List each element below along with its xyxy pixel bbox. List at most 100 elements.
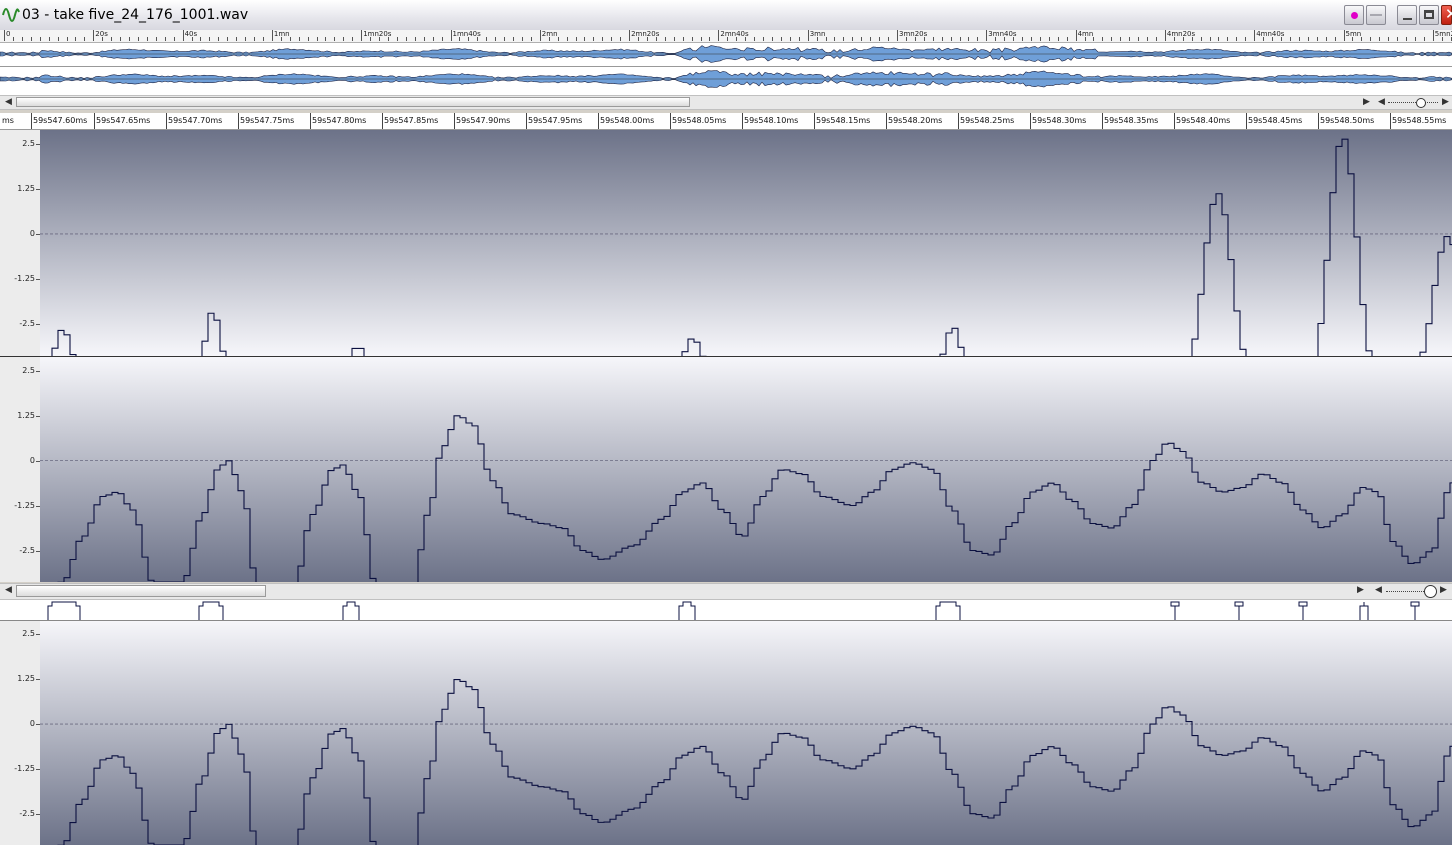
overview-waveform-right[interactable] [0,69,1452,89]
zoom-knob[interactable] [1416,98,1426,108]
channel-1-view[interactable]: 2.5 1.25 0 -1.25 -2.5 [0,130,1452,356]
time-ruler-tick [742,113,743,129]
main-scroll-thumb[interactable] [16,585,266,597]
amplitude-label: 2.5 [22,629,35,639]
main-scrollbar[interactable]: ◀ ▶ ◀ ▶ [0,583,1452,600]
toolbar-toggle-button[interactable] [1366,5,1386,25]
lower-view-top-strip[interactable] [0,600,1452,621]
overview-ruler-minor-tick [1039,37,1041,41]
main-zoom-out-arrow-icon[interactable]: ◀ [1375,584,1382,597]
time-ruler-label: 59s547.65ms [96,116,151,125]
overview-ruler-minor-tick [1022,37,1024,41]
overview-ruler-minor-tick [1361,37,1363,41]
minimize-button[interactable] [1397,5,1417,25]
record-indicator-button[interactable] [1344,5,1364,25]
overview-ruler-minor-tick [84,37,86,41]
time-ruler-tick [310,113,311,129]
overview-ruler-minor-tick [1227,37,1229,41]
strip-waveform-segment [47,601,81,620]
overview-ruler-minor-tick [1379,37,1381,41]
strip-waveform-segment [342,601,360,620]
overview-ruler-minor-tick [879,37,881,41]
scroll-right-arrow-icon[interactable]: ▶ [1363,96,1370,109]
strip-waveform-segment [1359,602,1369,620]
overview-ruler-tick [182,30,184,41]
time-ruler-tick [94,113,95,129]
overview-ruler-minor-tick [21,37,23,41]
overview-ruler-minor-tick [468,37,470,41]
main-scroll-left-arrow-icon[interactable]: ◀ [5,584,12,597]
overview-ruler-minor-tick [218,37,220,41]
time-ruler-label: 59s548.25ms [960,116,1015,125]
overview-ruler-minor-tick [950,37,952,41]
overview-ruler-minor-tick [1129,37,1131,41]
zoom-out-arrow-icon[interactable]: ◀ [1378,96,1385,109]
overview-time-ruler: 0 20s 40s 1mn 1mn20s 1mn40s 2mn 2mn20s 2mn40s 3mn… [0,30,1452,43]
overview-ruler-minor-tick [405,37,407,41]
time-ruler-tick [1102,113,1103,129]
overview-ruler-minor-tick [745,37,747,41]
main-zoom-in-arrow-icon[interactable]: ▶ [1440,584,1447,597]
overview-ruler-minor-tick [566,37,568,41]
overview-ruler-tick [629,30,631,41]
overview-ruler-minor-tick [736,37,738,41]
channel-2-view[interactable]: 2.5 1.25 0 -1.25 -2.5 [0,357,1452,582]
overview-ruler-minor-tick [977,37,979,41]
scroll-left-arrow-icon[interactable]: ◀ [5,96,12,109]
overview-ruler-minor-tick [1102,37,1104,41]
time-ruler-label: 59s547.90ms [456,116,511,125]
overview-scroll-thumb[interactable] [16,97,690,107]
overview-ruler-minor-tick [254,37,256,41]
channel-3-view[interactable]: 2.5 1.25 0 -1.25 -2.5 [0,621,1452,845]
overview-ruler-minor-tick [30,37,32,41]
main-zoom-knob[interactable] [1424,585,1437,598]
overview-scrollbar[interactable]: ◀ ▶ ◀ ▶ [0,95,1452,110]
overview-ruler-minor-tick [914,37,916,41]
overview-ruler-minor-tick [432,37,434,41]
overview-ruler-minor-tick [146,37,148,41]
time-ruler-label: 59s547.60ms [33,116,88,125]
channel-1-waveform[interactable] [40,130,1452,356]
zoom-track [1388,102,1438,104]
channel-3-waveform[interactable] [40,621,1452,845]
overview-zoom-slider[interactable]: ◀ ▶ [1376,96,1452,109]
overview-ruler-minor-tick [780,37,782,41]
strip-waveform-segment [1298,601,1308,620]
overview-ruler-minor-tick [1120,37,1122,41]
overview-ruler-minor-tick [1048,37,1050,41]
minimize-icon [1403,18,1412,20]
time-ruler-label: 59s548.00ms [600,116,655,125]
overview-ruler-minor-tick [1209,37,1211,41]
overview-ruler-minor-tick [111,37,113,41]
main-scroll-right-arrow-icon[interactable]: ▶ [1357,584,1364,597]
amplitude-label: -1.25 [14,763,35,773]
overview-ruler-minor-tick [941,37,943,41]
time-ruler-tick [886,113,887,129]
overview-ruler-minor-tick [459,37,461,41]
maximize-button[interactable] [1419,5,1439,25]
plot-background [40,357,1452,582]
overview-ruler-minor-tick [1138,37,1140,41]
close-button[interactable]: ✕ [1441,5,1452,25]
time-ruler-tick [1318,113,1319,129]
overview-ruler-minor-tick [1397,37,1399,41]
overview-ruler-minor-tick [932,37,934,41]
overview-ruler-minor-tick [280,37,282,41]
time-ruler-label: 59s547.80ms [312,116,367,125]
window-title: 03 - take five_24_176_1001.wav [22,7,249,23]
overview-waveform-left[interactable] [0,44,1452,64]
time-ruler-tick [31,113,32,129]
main-zoom-slider[interactable]: ◀ ▶ [1372,584,1452,598]
overview-ruler-minor-tick [12,37,14,41]
overview-ruler-minor-tick [1182,37,1184,41]
time-ruler[interactable]: ms 59s547.60ms 59s547.65ms 59s547.70ms 59s54… [0,113,1452,130]
amplitude-label: 1.25 [17,674,35,684]
overview-ruler-minor-tick [1004,37,1006,41]
strip-waveform-segment [678,601,696,620]
channel-2-waveform[interactable] [40,357,1452,582]
time-ruler-tick [382,113,383,129]
channel-2-amplitude-axis: 2.5 1.25 0 -1.25 -2.5 [0,357,41,582]
zoom-in-arrow-icon[interactable]: ▶ [1442,96,1449,109]
overview-ruler-minor-tick [48,37,50,41]
overview-ruler-minor-tick [843,37,845,41]
